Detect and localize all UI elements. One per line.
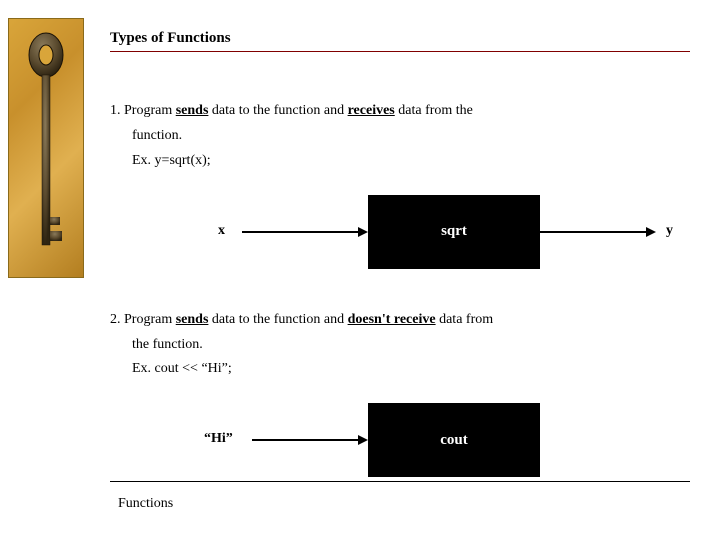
s2-pre: 2. Program <box>110 312 176 327</box>
title-text: Types of Functions <box>110 30 231 46</box>
sidebar-key-image <box>8 18 84 278</box>
s2-u2: doesn't receive <box>348 312 436 327</box>
diagram-1: x sqrt y <box>110 193 700 283</box>
diagram-2: “Hi” cout <box>110 401 700 491</box>
section1-line2: function. <box>132 127 700 146</box>
title-underline <box>110 51 690 52</box>
section-2: 2. Program sends data to the function an… <box>110 311 700 380</box>
diag1-box: sqrt <box>368 195 540 269</box>
slide-content: Types of Functions 1. Program sends data… <box>110 30 700 519</box>
s2-post: data from <box>436 312 494 327</box>
diag2-box-label: cout <box>440 432 468 449</box>
s1-post: data from the <box>395 103 473 118</box>
section1-line3: Ex. y=sqrt(x); <box>132 152 700 171</box>
diag2-arrow-in <box>252 439 360 441</box>
s2-mid: data to the function and <box>208 312 347 327</box>
s1-u2: receives <box>348 103 395 118</box>
diag1-left-label: x <box>218 223 225 239</box>
diag1-arrow-out-head <box>646 227 656 237</box>
section1-line1: 1. Program sends data to the function an… <box>110 102 700 121</box>
s1-mid: data to the function and <box>208 103 347 118</box>
s1-u1: sends <box>176 103 209 118</box>
section2-line3: Ex. cout << “Hi”; <box>132 360 700 379</box>
s2-u1: sends <box>176 312 209 327</box>
diag2-arrow-in-head <box>358 435 368 445</box>
page-title: Types of Functions <box>110 30 700 52</box>
diag1-arrow-in-head <box>358 227 368 237</box>
section2-line1: 2. Program sends data to the function an… <box>110 311 700 330</box>
section-1: 1. Program sends data to the function an… <box>110 102 700 171</box>
diag2-left-label: “Hi” <box>204 431 233 447</box>
section2-line2: the function. <box>132 336 700 355</box>
diag1-right-label: y <box>666 223 673 239</box>
key-icon <box>26 27 66 271</box>
diag1-arrow-out <box>540 231 648 233</box>
footer-label: Functions <box>118 496 173 512</box>
s1-pre: 1. Program <box>110 103 176 118</box>
diag1-box-label: sqrt <box>441 223 467 240</box>
diag2-box: cout <box>368 403 540 477</box>
footer-rule <box>110 481 690 482</box>
diag1-arrow-in <box>242 231 360 233</box>
